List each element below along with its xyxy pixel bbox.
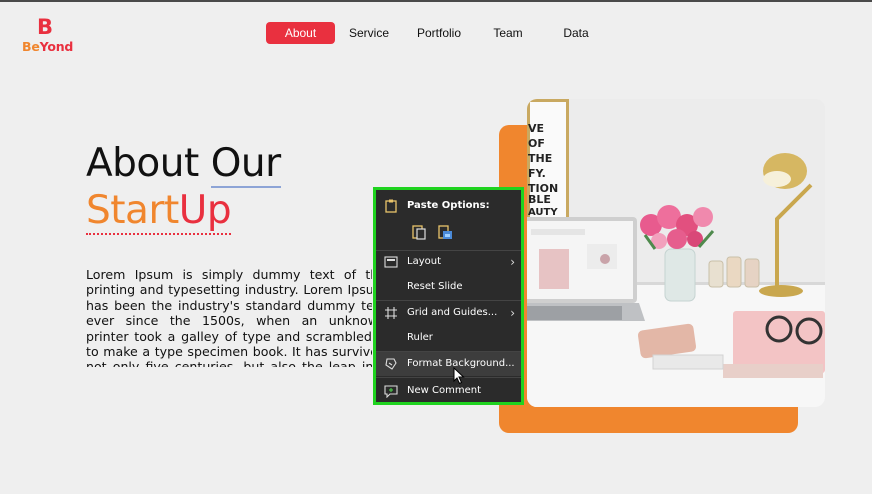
paste-keep-formatting-icon[interactable]: [411, 224, 427, 240]
svg-text:AUTY: AUTY: [528, 207, 558, 218]
comment-icon: [384, 384, 398, 399]
nav-data[interactable]: Data: [558, 22, 594, 44]
workspace-illustration: VE OF THE FY. TION BLE AUTY: [527, 99, 825, 407]
paste-options-header: Paste Options:: [376, 194, 521, 218]
menu-item-new-comment[interactable]: New Comment: [376, 379, 521, 403]
title-line-2: StartUp: [86, 187, 281, 235]
workspace-photo: VE OF THE FY. TION BLE AUTY: [527, 99, 825, 407]
chevron-right-icon: ›: [510, 255, 515, 269]
svg-text:BLE: BLE: [528, 193, 551, 206]
title-about: About: [86, 141, 211, 186]
layout-icon: [384, 255, 398, 269]
menu-item-ruler[interactable]: Ruler: [376, 326, 521, 350]
chevron-right-icon: ›: [510, 306, 515, 320]
title-start: Start: [86, 188, 179, 233]
menu-item-format-background[interactable]: Format Background...: [376, 352, 521, 376]
nav-service[interactable]: Service: [344, 22, 394, 44]
svg-text:FY.: FY.: [528, 167, 546, 180]
beyond-logo[interactable]: B BeYond: [22, 15, 73, 57]
menu-item-reset-slide[interactable]: Reset Slide: [376, 275, 521, 299]
title-line-1: About Our: [86, 140, 281, 188]
paste-picture-icon[interactable]: [437, 224, 453, 240]
grid-icon: [384, 306, 398, 320]
nav-team[interactable]: Team: [488, 22, 528, 44]
mouse-cursor-icon: [453, 366, 465, 385]
logo-mark: B: [37, 15, 54, 39]
menu-item-grid-and-guides[interactable]: Grid and Guides... ›: [376, 301, 521, 325]
logo-text-be: Be: [22, 39, 40, 54]
title-up: Up: [178, 188, 232, 233]
menu-item-layout[interactable]: Layout ›: [376, 250, 521, 274]
svg-text:THE: THE: [528, 152, 552, 165]
svg-text:VE: VE: [528, 122, 544, 135]
context-menu: Paste Options: Layout › Reset Slide Grid…: [373, 187, 524, 405]
intro-paragraph: Lorem Ipsum is simply dummy text of the …: [86, 267, 386, 367]
nav-about[interactable]: About: [266, 22, 335, 44]
top-rule: [0, 0, 872, 2]
svg-text:OF: OF: [528, 137, 545, 150]
logo-text-yond: Yond: [39, 39, 74, 54]
paste-option-icons: [376, 220, 521, 246]
page-title: About Our StartUp: [86, 140, 281, 235]
title-our: Our: [210, 141, 281, 188]
nav-portfolio[interactable]: Portfolio: [410, 22, 468, 44]
format-background-icon: [384, 357, 398, 371]
logo-text: BeYond: [22, 39, 73, 54]
clipboard-icon: [384, 199, 398, 213]
